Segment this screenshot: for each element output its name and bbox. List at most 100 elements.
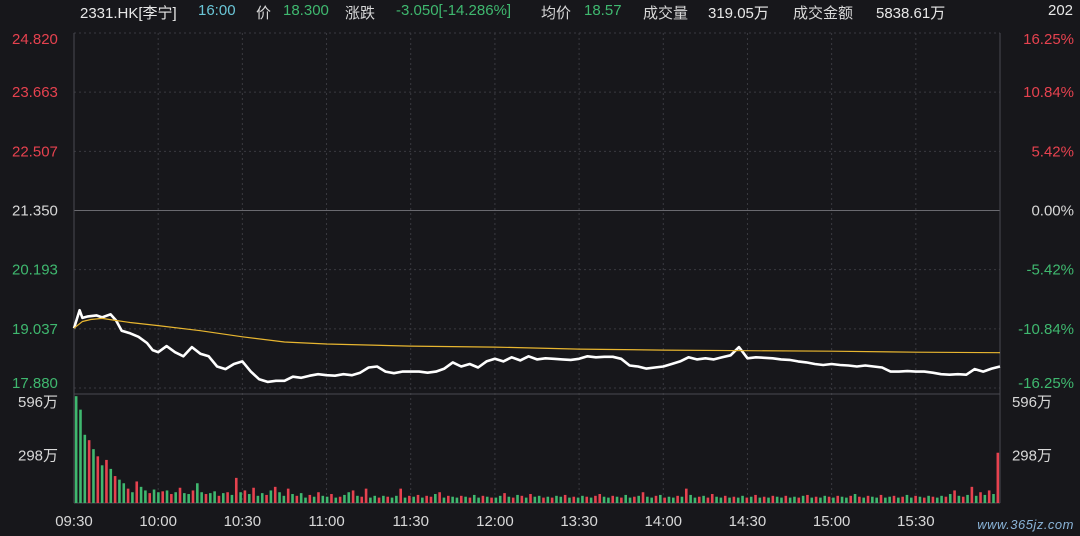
volume-bar (741, 495, 744, 503)
volume-bar (338, 496, 342, 503)
volume-bar (672, 497, 675, 503)
volume-bar (914, 495, 917, 503)
volume-bar (79, 409, 82, 503)
price-tick-label: 23.663 (12, 84, 58, 101)
volume-bar (377, 497, 381, 503)
volume-bar (144, 490, 147, 503)
volume-bar (693, 497, 697, 503)
volume-bar (395, 495, 398, 503)
price-tick-label: 17.880 (12, 375, 58, 392)
volume-bar (611, 495, 615, 503)
volume-bar (732, 496, 736, 503)
volume-bar (983, 494, 987, 503)
volume-tick-label: 596万 (18, 394, 58, 411)
volume-bar (485, 496, 489, 503)
volume-bar (589, 497, 593, 503)
volume-bar (546, 496, 550, 503)
volume-bar (209, 493, 212, 503)
volume-bar (576, 497, 580, 503)
pct-tick-label: -16.25% (1018, 375, 1074, 392)
volume-bar (74, 396, 78, 503)
volume-bar (459, 495, 463, 503)
volume-bar (594, 495, 597, 503)
avg-price-series-line (73, 317, 1001, 354)
volume-bar (118, 479, 121, 503)
volume-bar (481, 495, 485, 503)
volume-bar (438, 492, 441, 503)
volume-bar (161, 491, 165, 503)
volume-bar (369, 497, 372, 503)
volume-bar (347, 492, 351, 503)
volume-bar (996, 452, 1000, 503)
volume-bar (92, 449, 95, 503)
volume-bar (239, 492, 242, 503)
volume-bar (187, 494, 190, 503)
volume-bar (83, 434, 87, 503)
volume-bar (226, 492, 229, 503)
pct-tick-label: -10.84% (1018, 321, 1074, 338)
volume-bar (516, 494, 519, 503)
volume-bar (771, 495, 775, 503)
volume-bar (866, 495, 870, 503)
volume-bar (100, 465, 104, 503)
volume-bar (680, 496, 684, 503)
volume-bar (494, 497, 498, 503)
volume-bar (684, 488, 688, 503)
volume-bar (905, 494, 909, 503)
volume-bar (615, 496, 619, 503)
volume-bar (909, 497, 913, 503)
time-tick-label: 10:30 (224, 513, 262, 530)
volume-bar (918, 496, 922, 503)
volume-bar (801, 495, 805, 503)
volume-bar (351, 490, 355, 503)
volume-bar (299, 493, 303, 503)
volume-bar (953, 490, 956, 503)
volume-bar (468, 497, 472, 503)
volume-bar (758, 497, 762, 503)
volume-bar (451, 496, 454, 503)
volume-bar (135, 481, 139, 503)
volume-bar (273, 486, 277, 503)
volume-bar (581, 495, 584, 503)
volume-bar (897, 497, 900, 503)
volume-bar (312, 496, 316, 503)
volume-bar (537, 495, 541, 503)
volume-bar (325, 496, 329, 503)
volume-bar (464, 496, 467, 503)
price-series-line (72, 308, 1001, 384)
volume-bar (948, 494, 952, 503)
volume-bar (183, 493, 186, 503)
volume-bar (286, 488, 290, 503)
volume-bar (810, 497, 814, 503)
volume-bar (845, 497, 848, 503)
volume-bar (762, 496, 766, 503)
volume-bar (503, 493, 506, 503)
volume-bar (754, 494, 757, 503)
volume-bar (749, 496, 753, 503)
volume-bar (490, 497, 493, 503)
volume-bar (498, 495, 502, 503)
volume-bar (477, 497, 480, 503)
volume-bar (343, 494, 346, 503)
volume-bar (252, 487, 255, 503)
price-tick-label: 22.507 (12, 143, 58, 160)
volume-bar (330, 494, 333, 503)
volume-bar (697, 496, 701, 503)
pct-tick-label: -5.42% (1026, 262, 1074, 279)
volume-bar (659, 494, 662, 503)
volume-bar (178, 487, 182, 503)
volume-bar (940, 495, 943, 503)
volume-bar (356, 495, 359, 503)
volume-bar (667, 496, 671, 503)
volume-bar (373, 495, 377, 503)
volume-bar (788, 497, 792, 503)
volume-bar (152, 489, 156, 503)
volume-bar (931, 496, 935, 503)
volume-bar (961, 496, 965, 503)
volume-bar (875, 497, 878, 503)
volume-bars (74, 396, 1000, 503)
volume-bar (403, 497, 407, 503)
volume-bar (157, 492, 160, 503)
volume-bar (507, 496, 511, 503)
volume-bar (105, 459, 108, 503)
